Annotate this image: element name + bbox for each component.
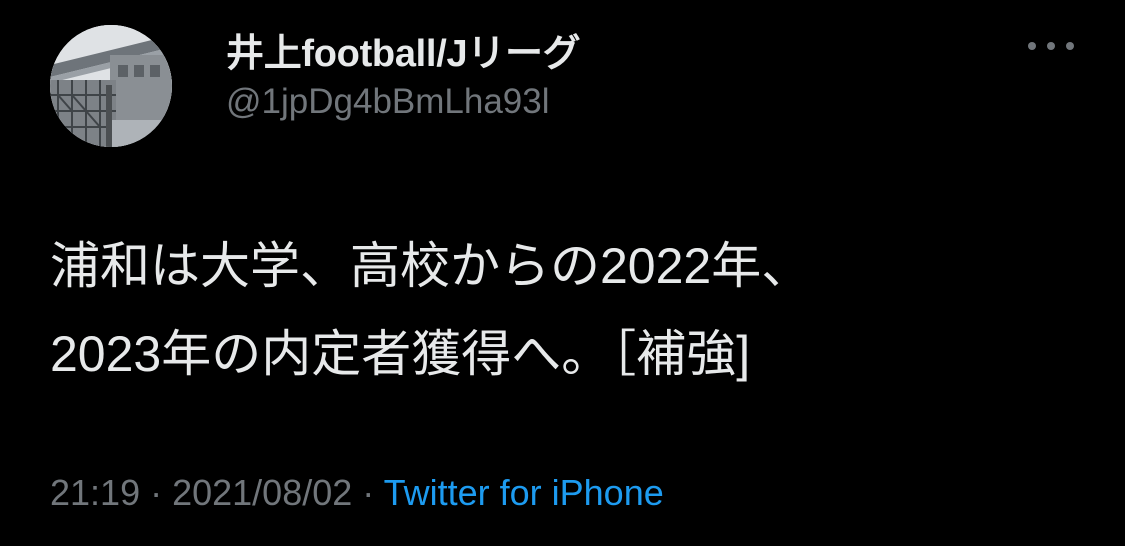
author-display-name[interactable]: 井上football/Jリーグ: [226, 22, 581, 77]
dot: [1066, 42, 1074, 50]
dot: [1028, 42, 1036, 50]
avatar[interactable]: [50, 25, 172, 147]
separator: ·: [140, 472, 173, 513]
tweet-card: 井上football/Jリーグ @1jpDg4bBmLha93l 浦和は大学、高…: [0, 0, 1125, 546]
tweet-text: 浦和は大学、高校からの2022年、 2023年の内定者獲得へ。［補強]: [50, 222, 1070, 398]
separator: ·: [352, 472, 384, 513]
tweet-date[interactable]: 2021/08/02: [172, 472, 352, 513]
tweet-text-line: 浦和は大学、高校からの2022年、: [50, 238, 812, 294]
tweet-text-line: 2023年の内定者獲得へ。［補強]: [50, 326, 751, 382]
author-handle[interactable]: @1jpDg4bBmLha93l: [226, 82, 550, 122]
tweet-source-link[interactable]: Twitter for iPhone: [384, 472, 664, 513]
stadium-photo-icon: [50, 25, 172, 147]
dot: [1047, 42, 1055, 50]
more-options-icon[interactable]: [1028, 36, 1074, 56]
tweet-meta: 21:19 · 2021/08/02 · Twitter for iPhone: [50, 472, 664, 514]
tweet-time[interactable]: 21:19: [50, 472, 140, 513]
